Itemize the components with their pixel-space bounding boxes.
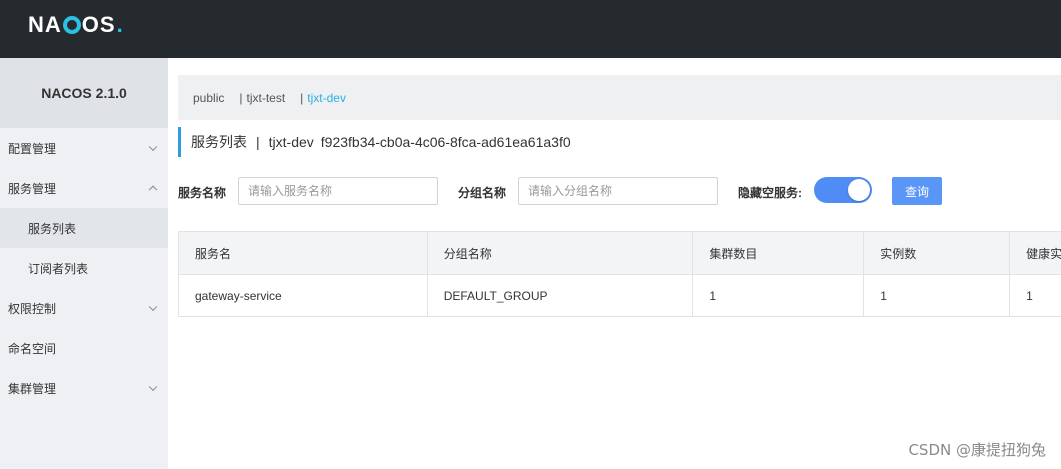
- group-name-input[interactable]: [518, 177, 718, 205]
- sidebar-item-label: 服务管理: [8, 181, 57, 196]
- table-row[interactable]: gateway-service DEFAULT_GROUP 1 1 1: [179, 274, 1061, 316]
- cell-group-name: DEFAULT_GROUP: [428, 275, 694, 316]
- sidebar-item-subscriber-list[interactable]: 订阅者列表: [0, 248, 168, 288]
- cell-service-name: gateway-service: [179, 275, 428, 316]
- chevron-up-icon: [148, 185, 158, 195]
- cell-instance-count: 1: [864, 275, 1011, 316]
- page-title-text: 服务列表: [191, 134, 247, 150]
- hide-empty-label: 隐藏空服务:: [738, 186, 802, 200]
- logo-dot: .: [116, 12, 124, 37]
- column-header-service-name[interactable]: 服务名: [179, 232, 428, 274]
- sidebar-item-service-list[interactable]: 服务列表: [0, 208, 168, 248]
- top-header: NA OS.: [0, 0, 1061, 58]
- sidebar-item-label: 配置管理: [8, 141, 57, 156]
- sidebar-item-label: 订阅者列表: [28, 261, 89, 276]
- sidebar-item-service-management[interactable]: 服务管理: [0, 168, 168, 208]
- sidebar-item-label: 集群管理: [8, 381, 57, 396]
- search-form: 服务名称 分组名称 隐藏空服务: 查询: [178, 177, 1061, 205]
- namespace-id: f923fb34-cb0a-4c06-8fca-ad61ea61a3f0: [320, 134, 571, 150]
- logo-ring-icon: [62, 16, 81, 34]
- sidebar-item-label: 服务列表: [28, 221, 77, 236]
- logo-text-right: OS: [81, 12, 116, 37]
- watermark: CSDN @康提扭狗兔: [908, 441, 1046, 459]
- sidebar-item-cluster-management[interactable]: 集群管理: [0, 368, 168, 408]
- hide-empty-toggle[interactable]: [814, 177, 872, 203]
- title-separator: |: [256, 134, 260, 150]
- column-header-healthy[interactable]: 健康实: [1010, 232, 1061, 274]
- nacos-logo[interactable]: NA OS.: [28, 12, 124, 38]
- sidebar-item-access-control[interactable]: 权限控制: [0, 288, 168, 328]
- chevron-down-icon: [148, 302, 158, 312]
- namespace-name: tjxt-dev: [268, 134, 314, 150]
- column-header-cluster-count[interactable]: 集群数目: [693, 232, 865, 274]
- namespace-separator: |: [239, 90, 243, 105]
- toggle-knob: [848, 179, 870, 201]
- chevron-down-icon: [148, 382, 158, 392]
- service-name-label: 服务名称: [178, 186, 227, 200]
- main-content: public | tjxt-test | tjxt-dev 服务列表 | tjx…: [178, 75, 1061, 317]
- service-name-input[interactable]: [238, 177, 438, 205]
- column-header-group-name[interactable]: 分组名称: [428, 232, 694, 274]
- namespace-separator: |: [300, 90, 304, 105]
- sidebar-item-label: 命名空间: [8, 341, 57, 356]
- namespace-public[interactable]: public: [193, 91, 224, 105]
- page-title: 服务列表 | tjxt-dev f923fb34-cb0a-4c06-8fca-…: [178, 127, 571, 157]
- column-header-instance-count[interactable]: 实例数: [864, 232, 1011, 274]
- namespace-tjxt-test[interactable]: tjxt-test: [246, 91, 285, 105]
- version-label: NACOS 2.1.0: [0, 58, 168, 128]
- query-button[interactable]: 查询: [892, 177, 942, 205]
- table-header-row: 服务名 分组名称 集群数目 实例数 健康实: [179, 232, 1061, 274]
- sidebar-item-config-management[interactable]: 配置管理: [0, 128, 168, 168]
- sidebar-item-label: 权限控制: [8, 301, 57, 316]
- cell-healthy: 1: [1026, 288, 1033, 303]
- chevron-down-icon: [148, 142, 158, 152]
- group-name-label: 分组名称: [458, 186, 507, 200]
- service-table: 服务名 分组名称 集群数目 实例数 健康实 gateway-service DE…: [178, 231, 1061, 317]
- sidebar: NACOS 2.1.0 配置管理 服务管理 服务列表 订阅者列表 权限控制 命名…: [0, 58, 168, 469]
- logo-text-left: NA: [28, 12, 62, 37]
- cell-cluster-count: 1: [693, 275, 865, 316]
- namespace-tjxt-dev[interactable]: tjxt-dev: [307, 91, 346, 105]
- sidebar-item-namespace[interactable]: 命名空间: [0, 328, 168, 368]
- namespace-bar: public | tjxt-test | tjxt-dev: [178, 75, 1061, 120]
